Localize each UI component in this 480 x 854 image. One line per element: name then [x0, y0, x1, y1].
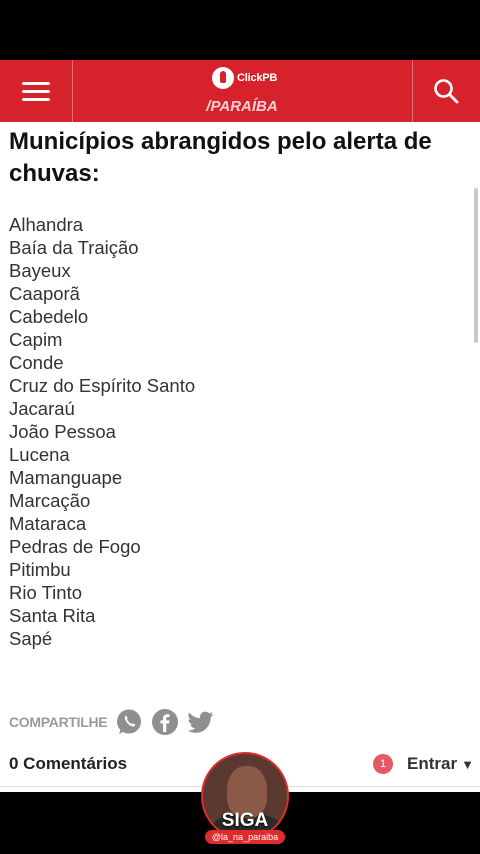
city-list-item: Pedras de Fogo [9, 536, 141, 557]
scrollbar[interactable] [474, 188, 478, 343]
twitter-icon[interactable] [187, 708, 215, 736]
logo-text: ClickPB [237, 72, 278, 84]
site-header: ClickPB /PARAÍBA [0, 60, 480, 122]
follow-overlay[interactable]: SIGA @la_na_paraiba [201, 752, 289, 844]
city-list-item: Caaporã [9, 283, 80, 304]
account-handle: @la_na_paraiba [205, 830, 285, 844]
whatsapp-icon[interactable] [115, 708, 143, 736]
article-content: Municípios abrangidos pelo alerta de chu… [0, 122, 480, 792]
city-list-item: Mataraca [9, 513, 87, 534]
city-list-item: Jacaraú [9, 398, 75, 419]
city-list-item: Baía da Traição [9, 237, 139, 258]
menu-button[interactable] [0, 60, 72, 122]
logo-area[interactable]: ClickPB /PARAÍBA [72, 60, 412, 122]
caret-down-icon: ▼ [461, 757, 474, 772]
article-heading: Municípios abrangidos pelo alerta de chu… [9, 128, 432, 187]
top-letterbox [0, 0, 480, 60]
site-logo: ClickPB [212, 66, 277, 90]
city-list-item: Santa Rita [9, 605, 96, 626]
city-list-item: Alhandra [9, 214, 84, 235]
city-list-item: Cruz do Espírito Santo [9, 375, 196, 396]
city-list-item: Rio Tinto [9, 582, 83, 603]
city-list-item: Cabedelo [9, 306, 89, 327]
city-list-item: Marcação [9, 490, 91, 511]
city-list-item: Conde [9, 352, 64, 373]
share-label: COMPARTILHE [9, 714, 108, 730]
city-list-item: Bayeux [9, 260, 71, 281]
share-bar: COMPARTILHE [9, 708, 223, 736]
facebook-icon[interactable] [151, 708, 179, 736]
logo-hand-icon [212, 67, 234, 89]
city-list-item: Capim [9, 329, 63, 350]
hamburger-icon [22, 77, 50, 106]
notification-badge[interactable]: 1 [373, 754, 393, 774]
city-list-item: Sapé [9, 628, 53, 649]
city-list-item: João Pessoa [9, 421, 116, 442]
search-icon [434, 79, 459, 104]
follow-cta: SIGA [221, 810, 269, 831]
city-list: Alhandra Baía da Traição Bayeux Caaporã Cabe… [9, 213, 195, 650]
city-list-item: Lucena [9, 444, 70, 465]
section-label: /PARAÍBA [206, 98, 278, 115]
search-button[interactable] [412, 60, 480, 122]
login-button[interactable]: Entrar ▼ [407, 754, 474, 774]
city-list-item: Pitimbu [9, 559, 71, 580]
comments-count: 0 Comentários [9, 754, 128, 773]
login-label: Entrar [407, 754, 458, 773]
city-list-item: Mamanguape [9, 467, 123, 488]
